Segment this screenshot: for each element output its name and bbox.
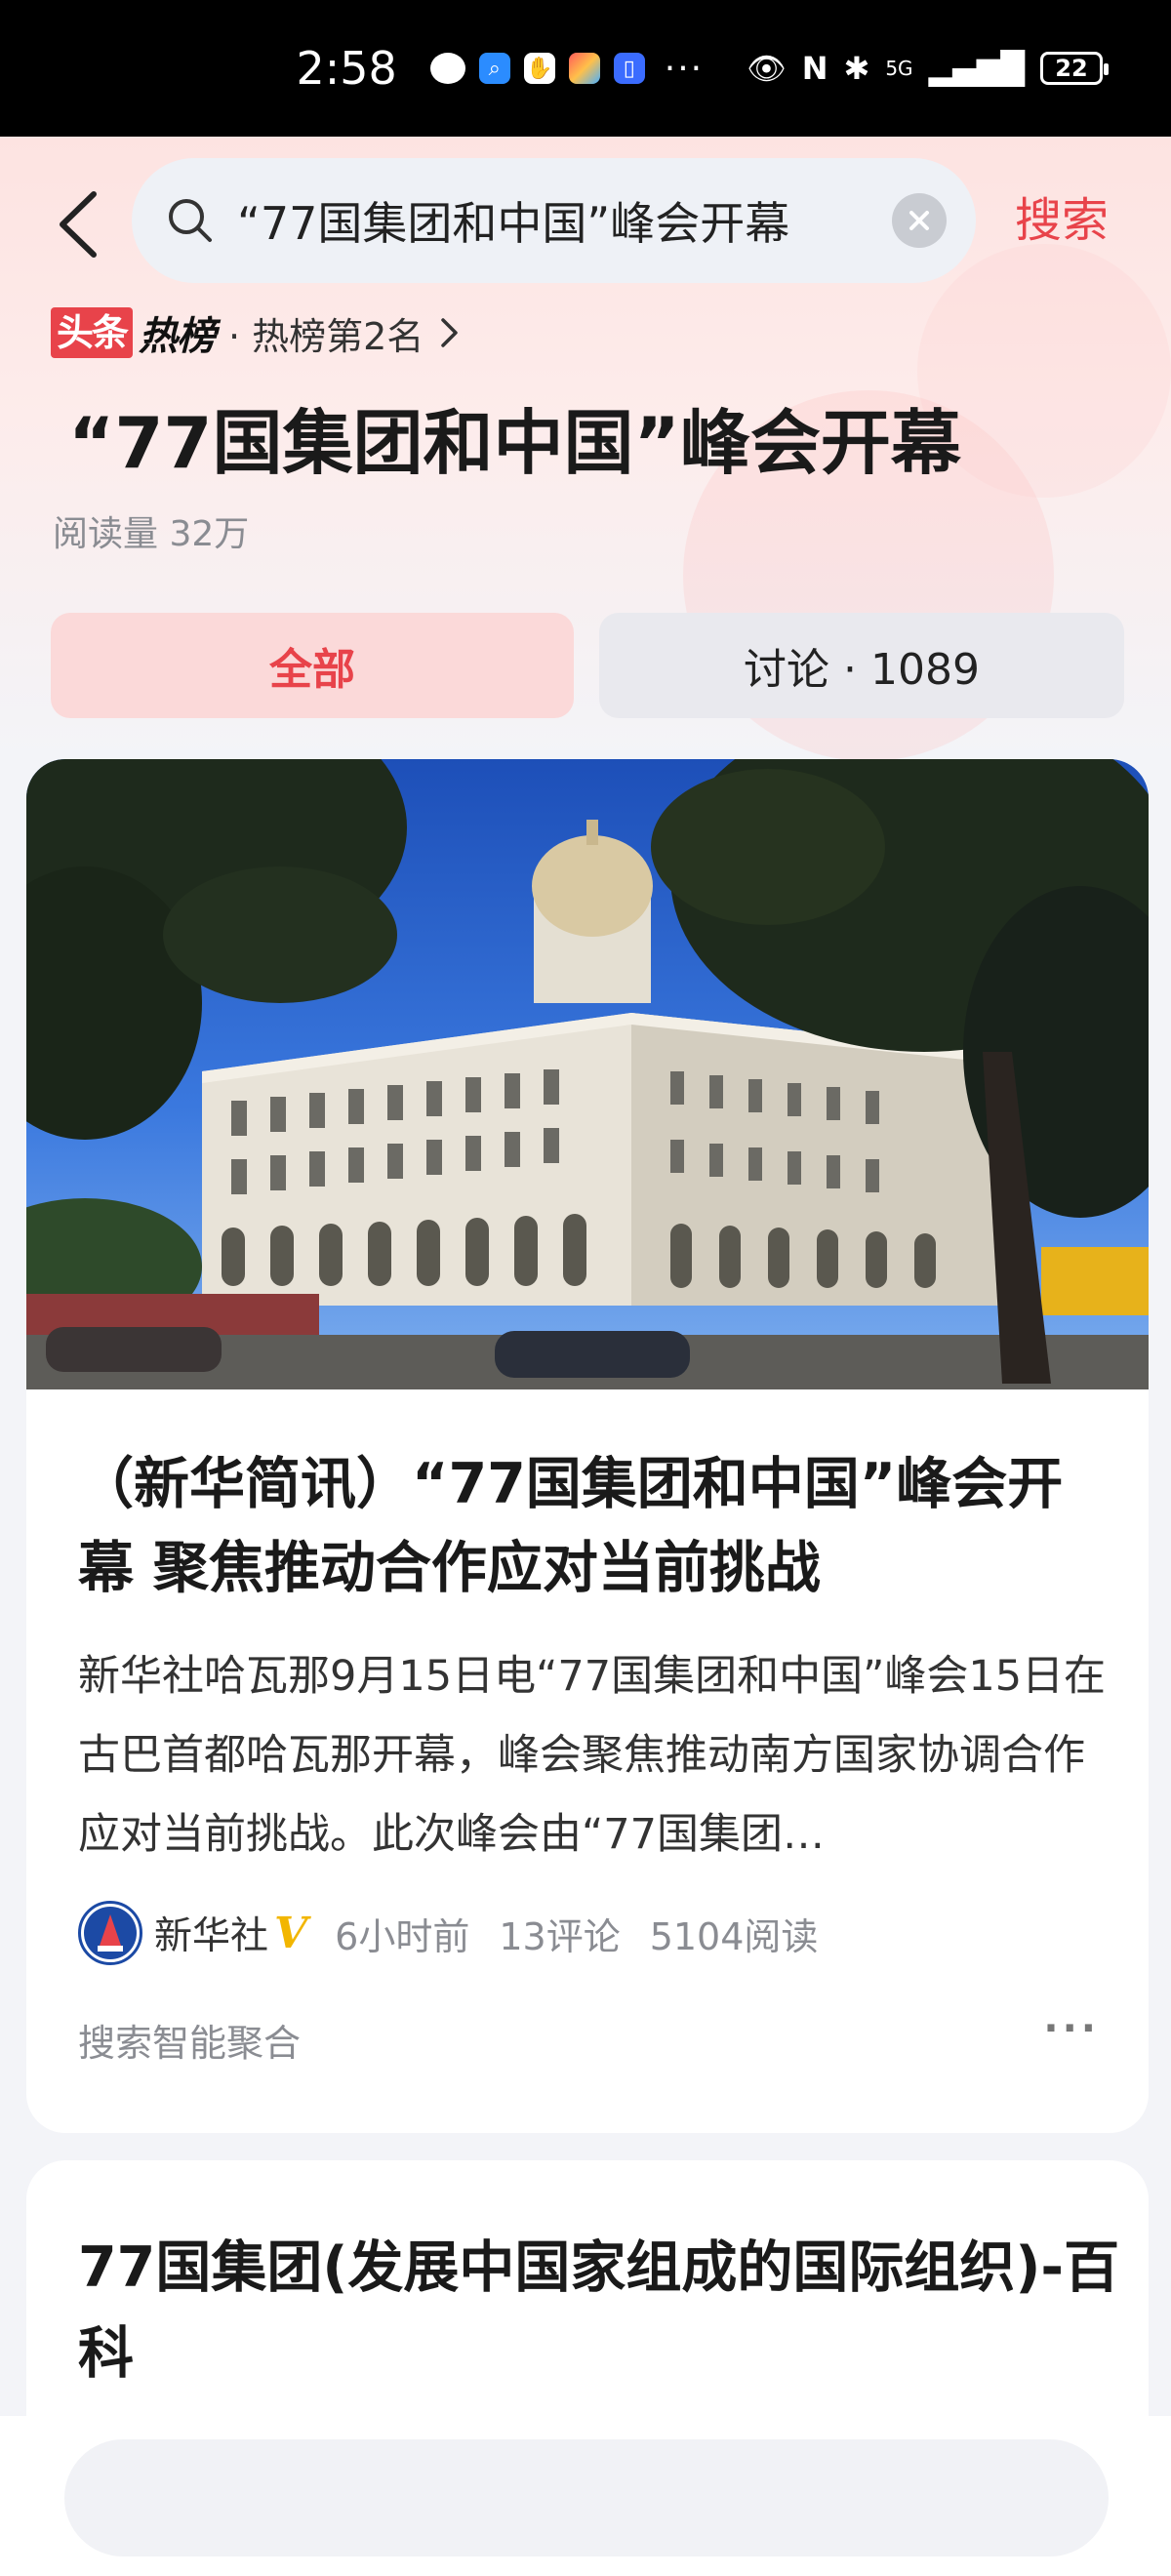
source-name[interactable]: 新华社 xyxy=(154,1906,268,1960)
signal-icon: ▂▄▆█ xyxy=(928,50,1025,87)
tab-discussion[interactable]: 讨论 · 1089 xyxy=(599,613,1124,718)
page-title: “77国集团和中国”峰会开幕 xyxy=(68,402,961,484)
message-icon xyxy=(429,53,465,84)
back-button[interactable] xyxy=(49,185,107,263)
more-notifications-icon: ··· xyxy=(664,48,705,89)
status-time: 2:58 xyxy=(296,42,397,95)
publish-time: 6小时前 xyxy=(335,1914,470,1958)
close-icon xyxy=(909,211,929,230)
xinhua-logo-icon xyxy=(84,1907,137,1959)
comment-count: 13评论 xyxy=(499,1914,621,1958)
chevron-right-icon xyxy=(441,318,459,347)
toutiao-logo: 头条 xyxy=(51,307,134,358)
article-2-title[interactable]: 77国集团(发展中国家组成的国际组织)-百科 xyxy=(78,2225,1122,2396)
building-photo xyxy=(26,759,1149,1389)
app-icon xyxy=(568,53,600,84)
bottom-bar xyxy=(0,2416,1171,2576)
more-options-button[interactable]: ··· xyxy=(1043,2006,1100,2051)
article-meta: 新华社 V 6小时前 13评论 5104阅读 xyxy=(78,1899,847,1967)
eye-icon: 👁 xyxy=(747,50,787,87)
signal-label: 5G xyxy=(885,57,913,80)
article-card[interactable]: （新华简讯）“77国集团和中国”峰会开幕 聚焦推动合作应对当前挑战 新华社哈瓦那… xyxy=(26,759,1149,2133)
status-bar: 2:58 ⌕ ✋ ▯ ··· 👁 N ✱ 5G ▂▄▆█ 22 xyxy=(0,0,1171,137)
bluetooth-icon: ✱ xyxy=(843,50,870,87)
aggregation-label: 搜索智能聚合 xyxy=(78,2022,302,2065)
hot-list-logo-text: 热榜 xyxy=(139,314,216,359)
search-input[interactable]: “77国集团和中国”峰会开幕 xyxy=(132,158,976,283)
phone-app-icon: ▯ xyxy=(613,53,645,84)
search-icon xyxy=(169,199,212,242)
read-count: 阅读量 32万 xyxy=(53,514,250,554)
battery-level: 22 xyxy=(1055,55,1088,82)
hot-rank: · 热榜第2名 xyxy=(228,314,424,358)
article-title[interactable]: （新华简讯）“77国集团和中国”峰会开幕 聚焦推动合作应对当前挑战 xyxy=(78,1442,1112,1610)
search-query[interactable]: “77国集团和中国”峰会开幕 xyxy=(237,188,892,253)
battery-icon: 22 xyxy=(1040,52,1109,85)
hand-icon: ✋ xyxy=(523,53,555,84)
nfc-icon: N xyxy=(801,50,828,87)
article-image[interactable] xyxy=(26,759,1149,1389)
clear-button[interactable] xyxy=(892,193,947,248)
article-summary: 新华社哈瓦那9月15日电“77国集团和中国”峰会15日在古巴首都哈瓦那开幕，峰会… xyxy=(78,1652,1107,1859)
read-count-article: 5104阅读 xyxy=(649,1914,819,1958)
bottom-input[interactable] xyxy=(64,2439,1109,2556)
tab-all[interactable]: 全部 xyxy=(51,613,574,718)
search-app-icon: ⌕ xyxy=(478,53,510,84)
chevron-left-icon xyxy=(60,191,97,258)
search-button[interactable]: 搜索 xyxy=(1015,185,1109,256)
hot-list-link[interactable]: 头条 热榜 · 热榜第2名 xyxy=(51,302,461,363)
avatar[interactable] xyxy=(78,1901,142,1965)
verified-badge: V xyxy=(274,1908,308,1958)
